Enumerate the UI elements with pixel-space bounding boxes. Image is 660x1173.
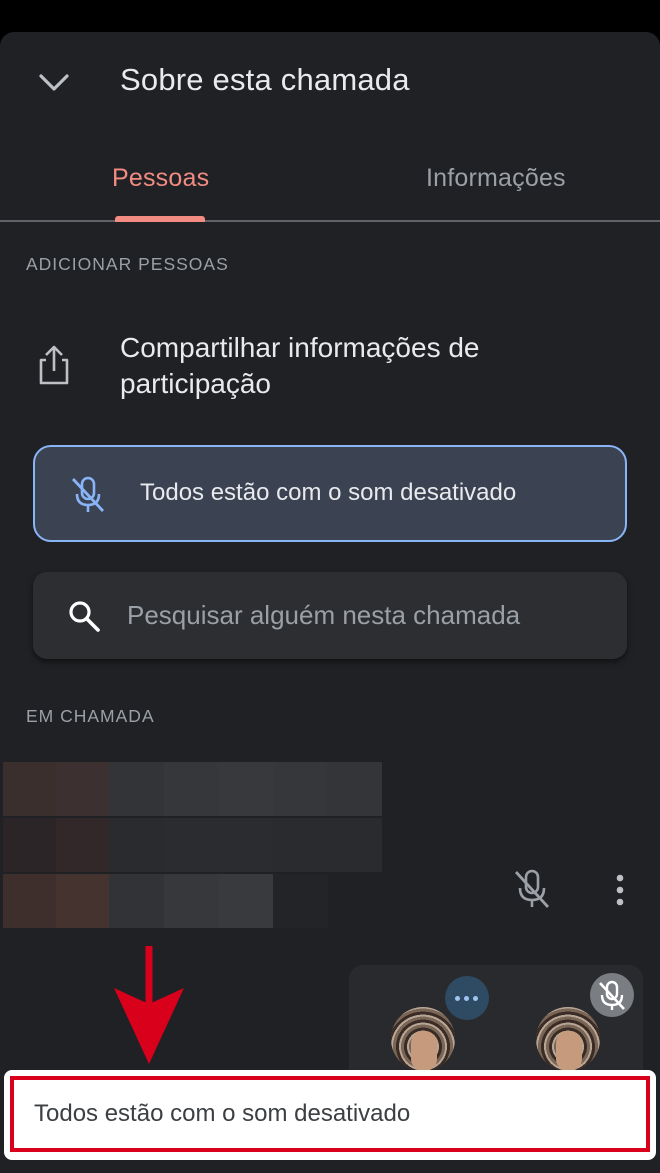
more-vert-icon[interactable]: [606, 870, 634, 910]
avatar: [536, 1007, 600, 1071]
chevron-down-icon[interactable]: [36, 68, 72, 98]
in-call-heading: EM CHAMADA: [26, 706, 155, 726]
search-icon: [69, 601, 100, 632]
mic-off-icon: [514, 869, 550, 908]
everyone-muted-banner: Todos estão com o som desativado: [33, 445, 627, 542]
share-icon: [39, 345, 69, 385]
participant-row[interactable]: [0, 762, 660, 932]
search-input[interactable]: Pesquisar alguém nesta chamada: [33, 572, 627, 659]
everyone-muted-text: Todos estão com o som desativado: [140, 479, 517, 506]
mic-off-icon: [71, 476, 105, 512]
share-joining-info-button[interactable]: Compartilhar informações de participação: [0, 328, 660, 418]
page-title: Sobre esta chamada: [120, 62, 410, 97]
mic-off-icon: [590, 973, 634, 1017]
share-joining-info-label: Compartilhar informações de participação: [120, 332, 480, 399]
tab-people[interactable]: Pessoas: [112, 164, 209, 193]
tab-info[interactable]: Informações: [426, 164, 566, 193]
panel-header: Sobre esta chamada: [0, 32, 660, 132]
toast-message: Todos estão com o som desativado: [34, 1100, 411, 1127]
status-bar: [0, 0, 660, 32]
avatar: [391, 1007, 455, 1071]
search-placeholder: Pesquisar alguém nesta chamada: [127, 600, 521, 630]
call-details-panel: Sobre esta chamada Pessoas Informações A…: [0, 32, 660, 1173]
active-tab-indicator: [115, 216, 205, 222]
add-people-heading: ADICIONAR PESSOAS: [26, 254, 229, 274]
tab-bar: Pessoas Informações: [0, 142, 660, 222]
annotation-arrow: [114, 946, 184, 1064]
everyone-muted-toast: Todos estão com o som desativado: [4, 1070, 656, 1160]
